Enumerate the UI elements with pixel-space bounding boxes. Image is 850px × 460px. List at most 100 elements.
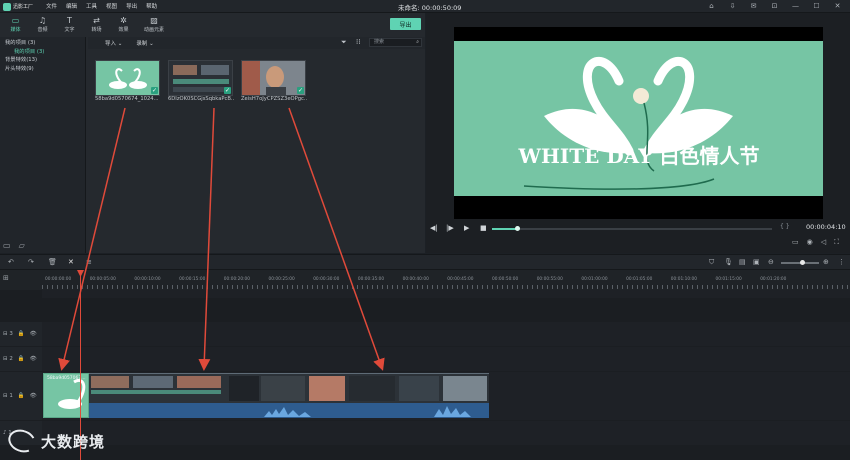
media-thumbnail: ✓ <box>168 60 233 96</box>
menu-help[interactable]: 帮助 <box>146 2 157 10</box>
track-lane-2[interactable] <box>42 347 850 371</box>
folder-actions: ▭ ▱ <box>3 241 25 250</box>
lock-icon[interactable]: 🔒 <box>18 393 25 399</box>
track-number: 2 <box>9 356 13 362</box>
menu-export[interactable]: 导出 <box>126 2 137 10</box>
zoom-handle[interactable] <box>800 260 805 265</box>
ratio-icon[interactable]: ▣ <box>753 258 760 266</box>
new-folder-icon[interactable]: ▭ <box>3 241 11 250</box>
logo-mark-icon <box>3 2 11 11</box>
tab-media[interactable]: ▭ 媒体 <box>2 13 29 37</box>
play-icon[interactable]: ▶ <box>464 224 469 232</box>
search-placeholder: 搜索 <box>374 39 385 45</box>
close-icon[interactable]: ✕ <box>833 2 842 10</box>
title-bar: 迅影工厂 文件 编辑 工具 视图 导出 帮助 未命名: 00:00:50:09 … <box>0 0 850 13</box>
tab-elements[interactable]: ▨ 动画元素 <box>137 13 171 37</box>
undo-icon[interactable]: ↶ <box>8 258 14 266</box>
eye-icon[interactable]: 👁 <box>30 331 37 337</box>
preview-tools: ▭ ◉ ◁ ⛶ <box>792 238 839 247</box>
eye-icon[interactable]: 👁 <box>30 393 37 399</box>
tab-text[interactable]: T 文字 <box>56 13 83 37</box>
grid-view-icon[interactable]: ⁞⁞ <box>356 38 360 46</box>
stop-icon[interactable]: ■ <box>480 224 487 232</box>
menu-edit[interactable]: 编辑 <box>66 2 77 10</box>
filter-icon[interactable]: ⏷ <box>341 38 347 47</box>
import-dropdown[interactable]: 导入 ⌄ <box>105 39 122 47</box>
search-input[interactable]: 搜索 ⌕ <box>369 38 422 47</box>
ruler-label: 00:00:15:00 <box>179 277 206 282</box>
volume-icon[interactable]: ◁ <box>821 238 826 247</box>
record-dropdown[interactable]: 录制 ⌄ <box>136 39 153 47</box>
download-icon[interactable]: ⇩ <box>728 2 737 10</box>
tab-elements-label: 动画元素 <box>143 27 164 33</box>
seek-handle[interactable] <box>515 226 521 231</box>
delete-icon[interactable]: 🗑 <box>48 258 57 266</box>
track-header-2: ⊟ 2 🔒 👁 <box>0 347 42 371</box>
lock-icon[interactable]: 🔒 <box>18 331 25 337</box>
track-lane-3[interactable] <box>42 322 850 346</box>
ruler-label: 00:01:10:00 <box>670 277 698 282</box>
prev-frame-icon[interactable]: ◀| <box>430 224 438 232</box>
audio-clip[interactable] <box>89 403 489 418</box>
mic-icon[interactable]: 🎙 <box>724 258 733 266</box>
account-icon[interactable]: ⊡ <box>770 2 779 10</box>
add-track-icon[interactable]: ⊞ <box>3 274 9 282</box>
tree-root[interactable]: 我的项目 (3) <box>5 39 80 48</box>
zoom-slider[interactable] <box>781 260 819 265</box>
zoom-in-icon[interactable]: ⊕ <box>823 258 829 266</box>
media-item-name: ZeisH7oJyCPZSZ3eOPgc... <box>241 96 307 102</box>
library-panel: ▭ 媒体 ♫ 音频 T 文字 ⇄ 转场 ✲ 效果 ▨ 动画元素 导出 我的项目 … <box>0 13 425 253</box>
watermark: 大数跨境 <box>5 425 106 457</box>
mark-in-out[interactable]: { } <box>780 223 790 230</box>
video-clip-frames <box>89 374 489 404</box>
tree-item-my-project[interactable]: 我的项目 (3) <box>5 48 80 57</box>
track-number: 3 <box>9 331 13 337</box>
mail-icon[interactable]: ✉ <box>749 2 758 10</box>
redo-icon[interactable]: ↷ <box>28 258 34 266</box>
watermark-text: 大数跨境 <box>41 432 106 451</box>
zoom-out-icon[interactable]: ⊖ <box>768 258 774 266</box>
swan-clip[interactable]: 58ba9d057067... <box>43 373 89 418</box>
export-button[interactable]: 导出 <box>390 18 421 30</box>
tree-item-intro-effects[interactable]: 片头特效(9) <box>5 65 80 74</box>
tab-transition[interactable]: ⇄ 转场 <box>83 13 110 37</box>
project-tree: 我的项目 (3) 我的项目 (3) 背景特效(13) 片头特效(9) <box>0 37 86 253</box>
home-icon[interactable]: ⌂ <box>707 2 716 10</box>
tab-media-label: 媒体 <box>10 27 21 33</box>
menu-file[interactable]: 文件 <box>46 2 57 10</box>
display-icon[interactable]: ▭ <box>792 238 799 247</box>
video-track-icon: ⊟ 1 <box>3 393 13 399</box>
tab-audio[interactable]: ♫ 音频 <box>29 13 56 37</box>
media-item[interactable]: ✓ ZeisH7oJyCPZSZ3eOPgc... <box>241 60 307 102</box>
video-track-icon: ⊟ 3 <box>3 331 13 337</box>
video-clip[interactable] <box>89 373 489 404</box>
open-folder-icon[interactable]: ▱ <box>19 241 25 250</box>
menu-view[interactable]: 视图 <box>106 2 117 10</box>
timeline-ruler[interactable]: ⊞ 00:00:00:00 00:00:05:00 00:00:10:00 00:00… <box>0 270 850 290</box>
tree-item-bg-effects[interactable]: 背景特效(13) <box>5 56 80 65</box>
ruler-label: 00:00:25:00 <box>268 277 295 282</box>
layout-icon[interactable]: ▤ <box>739 258 746 266</box>
menu-tools[interactable]: 工具 <box>86 2 97 10</box>
lock-icon[interactable]: 🔒 <box>18 356 25 362</box>
minimize-icon[interactable]: — <box>791 2 800 10</box>
seek-bar[interactable] <box>492 226 772 231</box>
window-controls: ⌂ ⇩ ✉ ⊡ — ☐ ✕ <box>707 2 842 10</box>
menu-icon[interactable]: ≡ <box>86 258 92 266</box>
app-logo: 迅影工厂 <box>3 2 33 11</box>
media-item[interactable]: ✓ 6DIzOK0SCGjsSqbkaPcB... <box>168 60 234 102</box>
split-icon[interactable]: ✕ <box>68 258 74 266</box>
media-item[interactable]: ✓ 58ba9d0570674_1024... <box>95 60 161 102</box>
ruler-label: 00:00:05:00 <box>89 277 116 282</box>
snapshot-icon[interactable]: ◉ <box>807 238 813 247</box>
fullscreen-icon[interactable]: ⛶ <box>834 238 839 247</box>
media-item-name: 58ba9d0570674_1024... <box>95 96 159 102</box>
maximize-icon[interactable]: ☐ <box>812 2 821 10</box>
eye-icon[interactable]: 👁 <box>30 356 37 362</box>
shield-icon[interactable]: ⛉ <box>709 258 714 267</box>
media-thumbnail: ✓ <box>95 60 160 96</box>
tab-effects[interactable]: ✲ 效果 <box>110 13 137 37</box>
play-pause-icon[interactable]: |▶ <box>446 224 454 232</box>
audio-track-lane[interactable] <box>42 421 850 445</box>
more-icon[interactable]: ⋮ <box>838 258 845 266</box>
